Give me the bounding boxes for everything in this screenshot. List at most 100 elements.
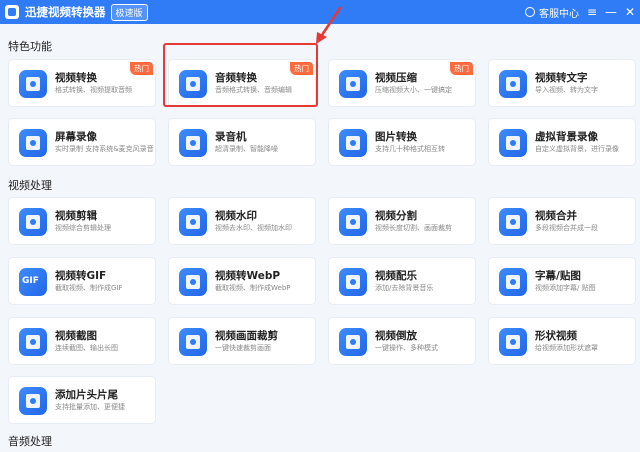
card-description: 连续截图、输出长图 xyxy=(55,344,118,352)
card-title: 视频压缩 xyxy=(375,72,417,84)
app-title: 迅捷视频转换器 xyxy=(25,5,106,19)
virtual-background-icon xyxy=(499,129,527,157)
card-description: 超清录制、智能降噪 xyxy=(215,145,278,153)
card-video-reverse[interactable]: 视频倒放 一键操作、多种模式 xyxy=(328,317,476,365)
card-video-to-gif[interactable]: GIF 视频转GIF 截取视频、制作成GIF xyxy=(8,257,156,305)
minimize-icon[interactable]: — xyxy=(605,5,617,19)
card-intro-outro[interactable]: 添加片头片尾 支持批量添加、更便捷 xyxy=(8,376,156,424)
card-video-edit[interactable]: 视频剪辑 视频综合剪辑处理 xyxy=(8,197,156,245)
card-title: 视频转GIF xyxy=(55,270,107,282)
card-description: 实时录制 支持系统&麦克风录音 xyxy=(55,145,154,153)
card-description: 自定义虚拟背景，进行录像 xyxy=(535,145,619,153)
card-description: 视频添加字幕/ 贴图 xyxy=(535,284,596,292)
video-music-icon xyxy=(339,268,367,296)
video-split-icon xyxy=(339,208,367,236)
card-title: 视频合并 xyxy=(535,210,577,222)
card-video-to-text[interactable]: 视频转文字 导入视频、转为文字 xyxy=(488,59,636,107)
card-video-compress[interactable]: 视频压缩 压缩视频大小、一键搞定 热门 xyxy=(328,59,476,107)
card-description: 压缩视频大小、一键搞定 xyxy=(375,86,452,94)
card-title: 形状视频 xyxy=(535,330,577,342)
video-compress-icon xyxy=(339,70,367,98)
image-convert-icon xyxy=(339,129,367,157)
card-title: 录音机 xyxy=(215,131,247,143)
card-description: 截取视频、制作成GIF xyxy=(55,284,123,292)
subtitle-icon xyxy=(499,268,527,296)
screen-record-icon xyxy=(19,129,47,157)
app-logo-icon xyxy=(5,5,19,19)
card-screen-record[interactable]: 屏幕录像 实时录制 支持系统&麦克风录音 xyxy=(8,118,156,166)
card-title: 视频分割 xyxy=(375,210,417,222)
card-description: 视频综合剪辑处理 xyxy=(55,224,111,232)
card-description: 支持批量添加、更便捷 xyxy=(55,403,125,411)
card-title: 视频转WebP xyxy=(215,270,281,282)
video-merge-icon xyxy=(499,208,527,236)
card-virtual-background[interactable]: 虚拟背景录像 自定义虚拟背景，进行录像 xyxy=(488,118,636,166)
card-description: 支持几十种格式相互转 xyxy=(375,145,445,153)
card-video-crop[interactable]: 视频画面裁剪 一键快速裁剪画面 xyxy=(168,317,316,365)
card-shape-video[interactable]: 形状视频 给视频添加形状遮罩 xyxy=(488,317,636,365)
recorder-icon xyxy=(179,129,207,157)
card-description: 一键快速裁剪画面 xyxy=(215,344,271,352)
card-video-convert[interactable]: 视频转换 格式转换、视频提取音频 热门 xyxy=(8,59,156,107)
card-video-to-webp[interactable]: 视频转WebP 截取视频、制作成WebP xyxy=(168,257,316,305)
card-title: 虚拟背景录像 xyxy=(535,131,598,143)
customer-service-link[interactable]: 客服中心 xyxy=(539,5,579,20)
card-title: 添加片头片尾 xyxy=(55,389,118,401)
card-audio-convert[interactable]: 音频转换 音频格式转换、音频编辑 热门 xyxy=(168,59,316,107)
webp-icon xyxy=(179,268,207,296)
card-description: 一键操作、多种模式 xyxy=(375,344,438,352)
card-title: 视频配乐 xyxy=(375,270,417,282)
video-watermark-icon xyxy=(179,208,207,236)
video-convert-icon xyxy=(19,70,47,98)
video-to-text-icon xyxy=(499,70,527,98)
card-image-convert[interactable]: 图片转换 支持几十种格式相互转 xyxy=(328,118,476,166)
intro-outro-icon xyxy=(19,387,47,415)
card-title: 音频转换 xyxy=(215,72,257,84)
card-video-watermark[interactable]: 视频水印 视频去水印、视频加水印 xyxy=(168,197,316,245)
card-description: 音频格式转换、音频编辑 xyxy=(215,86,292,94)
card-video-merge[interactable]: 视频合并 多段视频合并成一段 xyxy=(488,197,636,245)
gif-icon: GIF xyxy=(19,268,47,296)
section-title-video: 视频处理 xyxy=(8,179,52,192)
card-title: 视频转文字 xyxy=(535,72,588,84)
card-title: 视频转换 xyxy=(55,72,97,84)
card-description: 导入视频、转为文字 xyxy=(535,86,598,94)
video-reverse-icon xyxy=(339,328,367,356)
section-title-featured: 特色功能 xyxy=(8,40,52,53)
hot-badge: 热门 xyxy=(450,62,473,75)
card-description: 视频去水印、视频加水印 xyxy=(215,224,292,232)
card-title: 视频画面裁剪 xyxy=(215,330,278,342)
menu-icon[interactable]: ≡ xyxy=(586,5,598,19)
card-title: 视频水印 xyxy=(215,210,257,222)
card-title: 视频倒放 xyxy=(375,330,417,342)
card-description: 视频长度切割、画面裁剪 xyxy=(375,224,452,232)
shape-video-icon xyxy=(499,328,527,356)
card-description: 截取视频、制作成WebP xyxy=(215,284,291,292)
card-title: 屏幕录像 xyxy=(55,131,97,143)
card-description: 给视频添加形状遮罩 xyxy=(535,344,598,352)
card-title: 视频截图 xyxy=(55,330,97,342)
hot-badge: 热门 xyxy=(130,62,153,75)
close-icon[interactable]: ✕ xyxy=(624,5,636,19)
section-title-audio: 音频处理 xyxy=(8,435,52,448)
title-bar: 迅捷视频转换器 极速版 客服中心 ≡ — ✕ xyxy=(0,0,640,24)
card-description: 多段视频合并成一段 xyxy=(535,224,598,232)
card-video-split[interactable]: 视频分割 视频长度切割、画面裁剪 xyxy=(328,197,476,245)
card-description: 添加/去除背景音乐 xyxy=(375,284,434,292)
card-title: 视频剪辑 xyxy=(55,210,97,222)
video-edit-icon xyxy=(19,208,47,236)
card-video-music[interactable]: 视频配乐 添加/去除背景音乐 xyxy=(328,257,476,305)
video-crop-icon xyxy=(179,328,207,356)
edition-badge: 极速版 xyxy=(110,3,148,21)
customer-service-icon[interactable] xyxy=(525,7,535,17)
card-description: 格式转换、视频提取音频 xyxy=(55,86,132,94)
hot-badge: 热门 xyxy=(290,62,313,75)
audio-convert-icon xyxy=(179,70,207,98)
title-controls: 客服中心 ≡ — ✕ xyxy=(525,0,636,24)
card-title: 图片转换 xyxy=(375,131,417,143)
card-video-screenshot[interactable]: 视频截图 连续截图、输出长图 xyxy=(8,317,156,365)
card-subtitle-sticker[interactable]: 字幕/贴图 视频添加字幕/ 贴图 xyxy=(488,257,636,305)
card-recorder[interactable]: 录音机 超清录制、智能降噪 xyxy=(168,118,316,166)
card-title: 字幕/贴图 xyxy=(535,270,581,282)
video-screenshot-icon xyxy=(19,328,47,356)
